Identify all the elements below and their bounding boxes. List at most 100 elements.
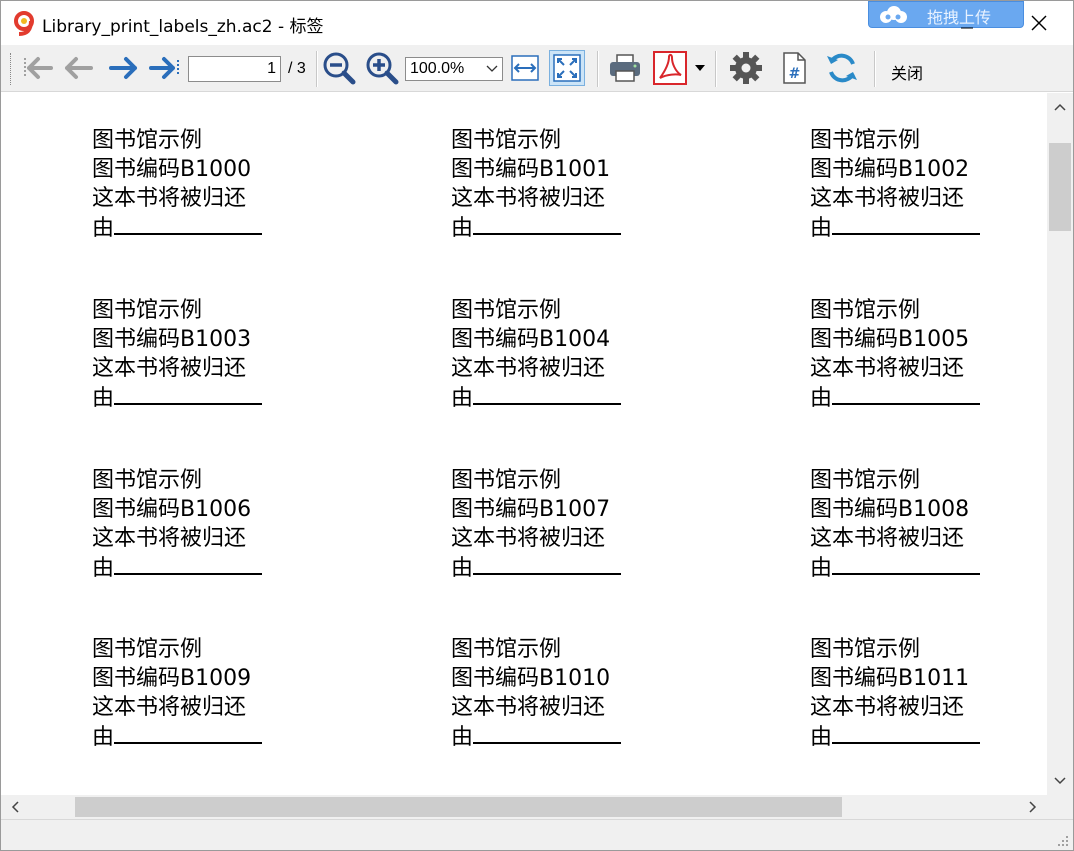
print-icon — [610, 54, 640, 82]
returned-by-text: 由 — [810, 556, 833, 581]
label-line-l2: 图书编码B1005 — [810, 327, 970, 352]
refresh-icon — [827, 53, 857, 83]
label-line-l1: 图书馆示例 — [92, 637, 203, 662]
book-label: 图书馆示例 图书编码B1002 这本书将被归还由 — [810, 126, 1047, 243]
label-line-l2: 图书编码B1007 — [451, 497, 611, 522]
toolbar-separator — [597, 51, 599, 87]
last-page-icon — [149, 57, 179, 79]
returned-by-text: 由 — [451, 556, 474, 581]
label-line-l1: 图书馆示例 — [451, 128, 562, 153]
chevron-up-icon — [1054, 103, 1066, 111]
returned-by-text: 由 — [810, 386, 833, 411]
page-number-button[interactable]: # — [776, 50, 812, 86]
vertical-scroll-thumb[interactable] — [1049, 143, 1071, 231]
returned-by-text: 由 — [810, 216, 833, 241]
toolbar-separator — [715, 51, 717, 87]
toolbar-separator — [316, 51, 318, 87]
prev-page-button[interactable] — [61, 50, 97, 86]
returned-by-text: 由 — [810, 725, 833, 750]
settings-button[interactable] — [728, 50, 764, 86]
label-line-l2: 图书编码B1009 — [92, 666, 252, 691]
next-page-icon — [109, 57, 137, 79]
book-label: 图书馆示例 图书编码B1003 这本书将被归还由 — [92, 296, 352, 413]
last-page-button[interactable] — [147, 50, 183, 86]
zoom-value: 100.0% — [410, 60, 465, 77]
first-page-button[interactable] — [19, 50, 55, 86]
close-window-button[interactable] — [1025, 9, 1053, 37]
next-page-button[interactable] — [105, 50, 141, 86]
pdf-options-dropdown[interactable] — [691, 50, 709, 86]
zoom-in-button[interactable] — [364, 50, 400, 86]
book-label: 图书馆示例 图书编码B1009 这本书将被归还由 — [92, 635, 352, 752]
toolbar-grip[interactable] — [10, 53, 13, 85]
signature-blank-line — [473, 383, 622, 405]
refresh-button[interactable] — [824, 50, 860, 86]
gear-icon — [730, 52, 762, 84]
returned-by-text: 由 — [451, 725, 474, 750]
label-line-returned-by: 由 — [92, 553, 352, 583]
fit-width-button[interactable] — [507, 50, 543, 86]
zoom-select[interactable]: 100.0% — [405, 57, 503, 81]
label-line-l2: 图书编码B1003 — [92, 327, 252, 352]
zoom-out-button[interactable] — [321, 50, 357, 86]
title-bar: Library_print_labels_zh.ac2 - 标签 拖拽上传 — [1, 1, 1073, 45]
label-line-l3: 这本书将被归还 — [92, 356, 247, 381]
label-line-l2: 图书编码B1002 — [810, 157, 970, 182]
horizontal-scrollbar[interactable] — [1, 795, 1047, 819]
label-line-returned-by: 由 — [810, 553, 1047, 583]
book-label: 图书馆示例 图书编码B1011 这本书将被归还由 — [810, 635, 1047, 752]
label-line-l1: 图书馆示例 — [92, 128, 203, 153]
label-line-l3: 这本书将被归还 — [810, 695, 965, 720]
book-label: 图书馆示例 图书编码B1008 这本书将被归还由 — [810, 466, 1047, 583]
label-line-l2: 图书编码B1004 — [451, 327, 611, 352]
label-line-l2: 图书编码B1011 — [810, 666, 970, 691]
chevron-right-icon — [1029, 801, 1037, 813]
returned-by-text: 由 — [451, 216, 474, 241]
close-preview-button[interactable]: 关闭 — [891, 60, 923, 84]
signature-blank-line — [832, 213, 981, 235]
zoom-in-icon — [366, 52, 399, 85]
scroll-up-button[interactable] — [1050, 97, 1070, 117]
app-logo-icon — [14, 11, 34, 36]
triangle-down-icon — [695, 65, 705, 71]
fit-page-icon — [553, 54, 581, 82]
chevron-down-icon — [486, 65, 498, 72]
resize-grip-icon[interactable] — [1057, 835, 1069, 847]
cloud-icon — [880, 6, 907, 23]
label-line-l3: 这本书将被归还 — [92, 695, 247, 720]
returned-by-text: 由 — [92, 216, 115, 241]
vertical-scrollbar[interactable] — [1047, 93, 1073, 795]
preview-window: Library_print_labels_zh.ac2 - 标签 拖拽上传 1 … — [0, 0, 1074, 851]
label-line-returned-by: 由 — [451, 383, 711, 413]
label-line-l1: 图书馆示例 — [810, 128, 921, 153]
minimize-button[interactable] — [953, 9, 981, 37]
scroll-left-button[interactable] — [5, 797, 25, 817]
export-pdf-button[interactable] — [652, 50, 688, 86]
prev-page-icon — [65, 57, 93, 79]
fit-width-icon — [511, 55, 539, 81]
pdf-icon — [653, 51, 687, 85]
label-line-l3: 这本书将被归还 — [451, 186, 606, 211]
svg-text:#: # — [789, 66, 801, 82]
label-line-l2: 图书编码B1008 — [810, 497, 970, 522]
label-line-l3: 这本书将被归还 — [810, 526, 965, 551]
drag-upload-badge[interactable]: 拖拽上传 — [868, 1, 1024, 28]
label-line-l3: 这本书将被归还 — [810, 356, 965, 381]
fit-page-button[interactable] — [549, 50, 585, 86]
signature-blank-line — [473, 722, 622, 744]
print-button[interactable] — [607, 50, 643, 86]
horizontal-scroll-thumb[interactable] — [75, 797, 842, 817]
label-line-returned-by: 由 — [810, 722, 1047, 752]
scroll-right-button[interactable] — [1023, 797, 1043, 817]
status-bar — [1, 819, 1073, 850]
signature-blank-line — [473, 553, 622, 575]
toolbar: 1 / 3 100.0% # 关闭 — [1, 45, 1073, 92]
signature-blank-line — [114, 553, 263, 575]
document-page: 图书馆示例 图书编码B1000 这本书将被归还由图书馆示例 图书编码B1001 这本书将… — [1, 93, 1047, 795]
label-line-l1: 图书馆示例 — [451, 637, 562, 662]
label-line-l1: 图书馆示例 — [451, 298, 562, 323]
returned-by-text: 由 — [92, 556, 115, 581]
page-number-input[interactable]: 1 — [188, 56, 281, 82]
scroll-down-button[interactable] — [1050, 771, 1070, 791]
returned-by-text: 由 — [92, 386, 115, 411]
